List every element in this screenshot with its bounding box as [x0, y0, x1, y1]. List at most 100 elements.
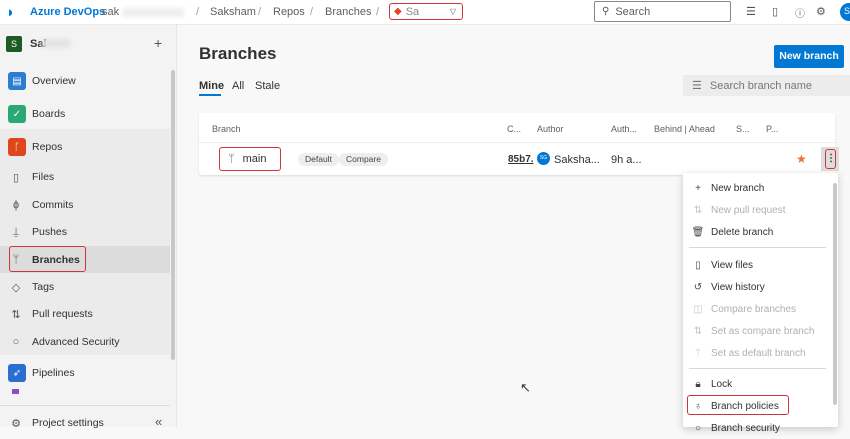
- col-branch[interactable]: Branch: [212, 124, 241, 134]
- nav-label: Project settings: [32, 417, 104, 429]
- favorite-star-icon[interactable]: ★: [796, 152, 807, 166]
- breadcrumb-project[interactable]: Saksham: [210, 6, 256, 18]
- col-pull-request[interactable]: P...: [766, 124, 778, 134]
- active-tab-indicator: [199, 94, 221, 96]
- menu-view-history[interactable]: ↺ View history: [683, 276, 833, 298]
- help-icon[interactable]: ⓘ: [795, 5, 805, 20]
- branch-search-filter[interactable]: ☰ Search branch name: [683, 75, 850, 96]
- more-actions-button[interactable]: ⋮: [821, 147, 839, 171]
- pull-request-icon: ⇅: [693, 204, 703, 216]
- branch-search-input[interactable]: Search branch name: [710, 80, 812, 92]
- menu-label: New pull request: [711, 204, 786, 216]
- brand-link[interactable]: Azure DevOps: [30, 6, 105, 18]
- menu-scrollbar[interactable]: [833, 183, 837, 405]
- menu-label: Lock: [711, 378, 733, 390]
- col-status[interactable]: S...: [736, 124, 750, 134]
- commits-icon: ɸ: [12, 199, 20, 211]
- add-icon[interactable]: +: [154, 35, 162, 51]
- sidebar-scrollbar[interactable]: [171, 70, 175, 360]
- nav-boards[interactable]: ✓ Boards: [0, 101, 170, 127]
- top-bar: ◗ Azure DevOps sak / Saksham / Repos / B…: [0, 0, 850, 25]
- highlight-box: [687, 395, 789, 415]
- menu-set-default-branch: ᛘ Set as default branch: [683, 342, 833, 364]
- more-vertical-icon: ⋮: [825, 149, 836, 169]
- tab-all[interactable]: All: [232, 80, 244, 92]
- nav-label: Pull requests: [32, 308, 93, 320]
- marketplace-bag-icon[interactable]: ▯: [772, 5, 778, 18]
- tab-stale[interactable]: Stale: [255, 80, 280, 92]
- nav-label: Repos: [32, 141, 63, 153]
- nav-label: Pushes: [32, 226, 68, 238]
- col-authored[interactable]: Auth...: [611, 124, 637, 134]
- file-icon: ▯: [695, 259, 701, 271]
- new-branch-button[interactable]: New branch: [774, 45, 844, 68]
- nav-label: Overview: [32, 75, 76, 87]
- nav-repos[interactable]: ᚴ Repos: [0, 134, 170, 160]
- nav-files[interactable]: ▯ Files: [0, 164, 170, 190]
- git-repo-icon: ◆: [394, 6, 402, 17]
- branch-name[interactable]: main: [243, 153, 267, 165]
- gear-icon: ⚙: [11, 417, 21, 430]
- nav-pipelines[interactable]: ➶ Pipelines: [0, 360, 170, 386]
- branches-table: [199, 113, 835, 175]
- history-icon: ↺: [693, 281, 703, 293]
- menu-branch-security[interactable]: ○ Branch security: [683, 417, 833, 439]
- pushes-icon: ⍊: [12, 225, 20, 238]
- author-name: Saksha...: [554, 154, 600, 166]
- branch-row-name[interactable]: ᛘ main: [219, 147, 281, 171]
- authored-time: 9h a...: [611, 154, 642, 166]
- nav-label: Files: [32, 171, 55, 183]
- shield-icon: ○: [694, 422, 702, 434]
- search-input[interactable]: Search: [615, 6, 650, 18]
- nav-advanced-security[interactable]: ○ Advanced Security: [0, 329, 170, 355]
- menu-label: New branch: [711, 182, 765, 194]
- menu-label: Set as default branch: [711, 347, 806, 359]
- user-settings-icon[interactable]: ⚙: [816, 5, 826, 18]
- menu-label: Compare branches: [711, 303, 797, 315]
- commit-link[interactable]: 85b7.: [508, 154, 534, 165]
- tab-mine[interactable]: Mine: [199, 80, 224, 92]
- menu-label: Set as compare branch: [711, 325, 815, 337]
- menu-delete-branch[interactable]: 🗑 Delete branch: [683, 221, 833, 243]
- page-title: Branches: [199, 44, 277, 63]
- blurred-text: [42, 39, 70, 48]
- user-avatar[interactable]: S: [840, 3, 850, 21]
- nav-overview[interactable]: ▤ Overview: [0, 68, 170, 94]
- nav-commits[interactable]: ɸ Commits: [0, 192, 170, 218]
- breadcrumb-repos[interactable]: Repos: [273, 6, 305, 18]
- pipelines-icon: ➶: [8, 364, 26, 382]
- col-author[interactable]: Author: [537, 124, 564, 134]
- col-commit[interactable]: C...: [507, 124, 521, 134]
- branch-context-menu: + New branch ⇅ New pull request 🗑 Delete br…: [683, 173, 838, 434]
- menu-new-branch[interactable]: + New branch: [683, 177, 833, 199]
- lock-icon: 🔒︎: [695, 378, 701, 390]
- branch-icon: ᛘ: [228, 153, 235, 165]
- filter-icon: ☰: [692, 80, 702, 92]
- menu-set-compare-branch: ⇅ Set as compare branch: [683, 320, 833, 342]
- more-icon: [12, 389, 19, 394]
- project-avatar: S: [6, 36, 22, 52]
- nav-pushes[interactable]: ⍊ Pushes: [0, 219, 170, 245]
- menu-compare-branches: ◫ Compare branches: [683, 298, 833, 320]
- nav-tags[interactable]: ◇ Tags: [0, 274, 170, 300]
- mouse-cursor-icon: ↖: [520, 380, 531, 395]
- search-box[interactable]: ⚲ Search: [594, 1, 731, 22]
- menu-lock[interactable]: 🔒︎ Lock: [683, 373, 833, 395]
- pull-request-icon: ⇅: [11, 308, 21, 321]
- boards-icon: ✓: [8, 105, 26, 123]
- branch-icon: ᛘ: [695, 347, 701, 359]
- nav-pull-requests[interactable]: ⇅ Pull requests: [0, 301, 170, 327]
- breadcrumb-org[interactable]: sak: [102, 6, 119, 18]
- menu-label: Branch security: [711, 422, 780, 434]
- col-behind-ahead[interactable]: Behind | Ahead: [654, 124, 715, 134]
- repo-selector[interactable]: ◆ Sa ▽: [389, 3, 463, 20]
- menu-view-files[interactable]: ▯ View files: [683, 254, 833, 276]
- overview-icon: ▤: [8, 72, 26, 90]
- tag-icon: ◇: [11, 281, 21, 294]
- highlight-box: [9, 246, 86, 272]
- work-items-icon[interactable]: ☰: [746, 5, 756, 18]
- breadcrumb-branches[interactable]: Branches: [325, 6, 371, 18]
- nav-label: Commits: [32, 199, 74, 211]
- project-settings[interactable]: ⚙ Project settings: [0, 410, 170, 436]
- azure-devops-logo-icon[interactable]: ◗: [6, 4, 22, 21]
